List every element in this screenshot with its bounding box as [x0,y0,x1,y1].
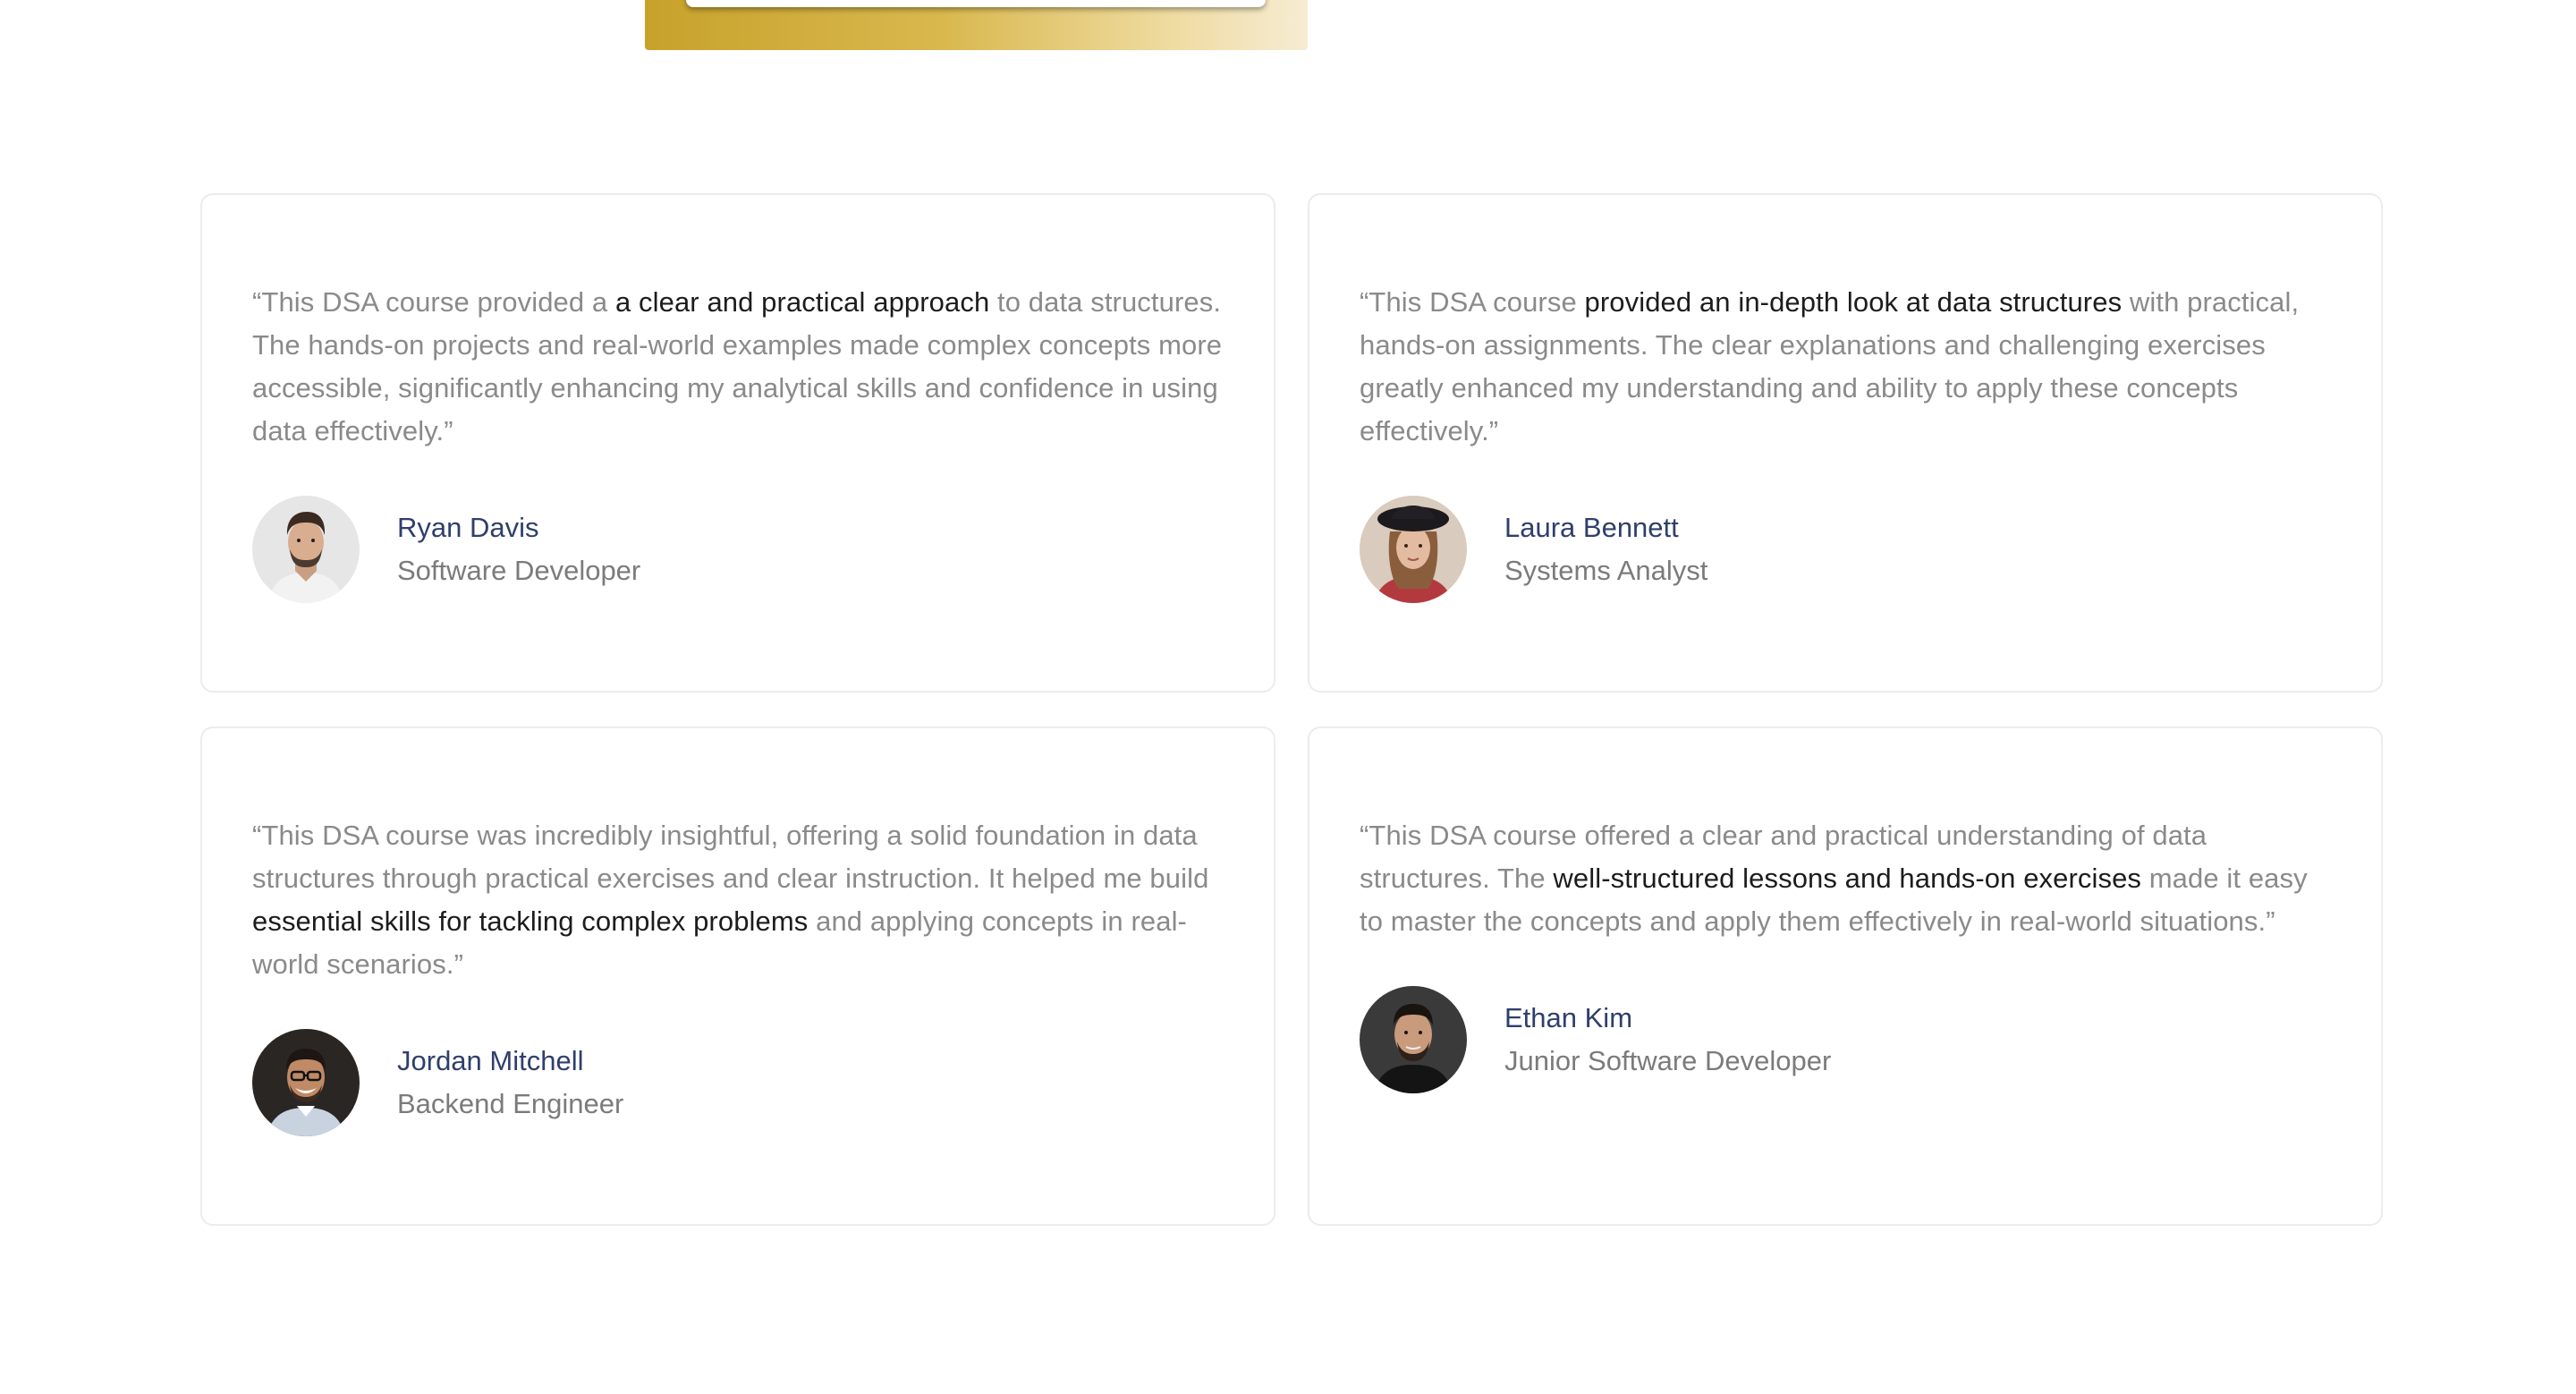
avatar [1360,496,1467,603]
testimonial-quote: “This DSA course provided a a clear and … [252,286,1223,446]
quote-highlight: a clear and practical approach [614,286,990,318]
testimonials-grid: “This DSA course provided a a clear and … [200,193,2383,1226]
author-text: Laura Bennett Systems Analyst [1504,506,1707,592]
testimonial-author: Jordan Mitchell Backend Engineer [252,1029,1224,1136]
author-text: Ethan Kim Junior Software Developer [1504,997,1831,1083]
testimonial-quote: “This DSA course was incredibly insightf… [252,820,1209,980]
author-role: Software Developer [397,555,641,586]
testimonial-card: “This DSA course provided a a clear and … [200,193,1275,693]
quote-highlight: essential skills for tackling complex pr… [252,905,809,937]
testimonial-quote: “This DSA course offered a clear and pra… [1360,820,2308,937]
author-role: Junior Software Developer [1504,1045,1832,1076]
testimonial-card: “This DSA course was incredibly insightf… [200,727,1275,1226]
testimonial-author: Laura Bennett Systems Analyst [1360,496,2331,603]
quote-highlight: provided an in-depth look at data struct… [1584,286,2123,318]
hero-image-inner-card [686,0,1266,7]
author-text: Ryan Davis Software Developer [397,506,640,592]
author-name: Ethan Kim [1504,1002,1633,1033]
testimonial-card: “This DSA course offered a clear and pra… [1308,727,2383,1226]
author-role: Systems Analyst [1504,555,1708,586]
author-name: Ryan Davis [397,512,539,543]
author-name: Jordan Mitchell [397,1045,584,1076]
author-text: Jordan Mitchell Backend Engineer [397,1040,623,1126]
avatar-jordan-mitchell-icon [252,1029,360,1136]
testimonial-quote: “This DSA course provided an in-depth lo… [1360,286,2300,446]
avatar [1360,986,1467,1093]
avatar [252,496,360,603]
testimonial-author: Ethan Kim Junior Software Developer [1360,986,2331,1093]
testimonial-author: Ryan Davis Software Developer [252,496,1224,603]
avatar-ethan-kim-icon [1360,986,1467,1093]
testimonial-card: “This DSA course provided an in-depth lo… [1308,193,2383,693]
hero-image-bottom-edge [645,0,1308,50]
author-role: Backend Engineer [397,1088,624,1119]
avatar [252,1029,360,1136]
quote-highlight: well-structured lessons and hands-on exe… [1553,863,2142,894]
avatar-laura-bennett-icon [1360,496,1467,603]
avatar-ryan-davis-icon [252,496,360,603]
author-name: Laura Bennett [1504,512,1679,543]
